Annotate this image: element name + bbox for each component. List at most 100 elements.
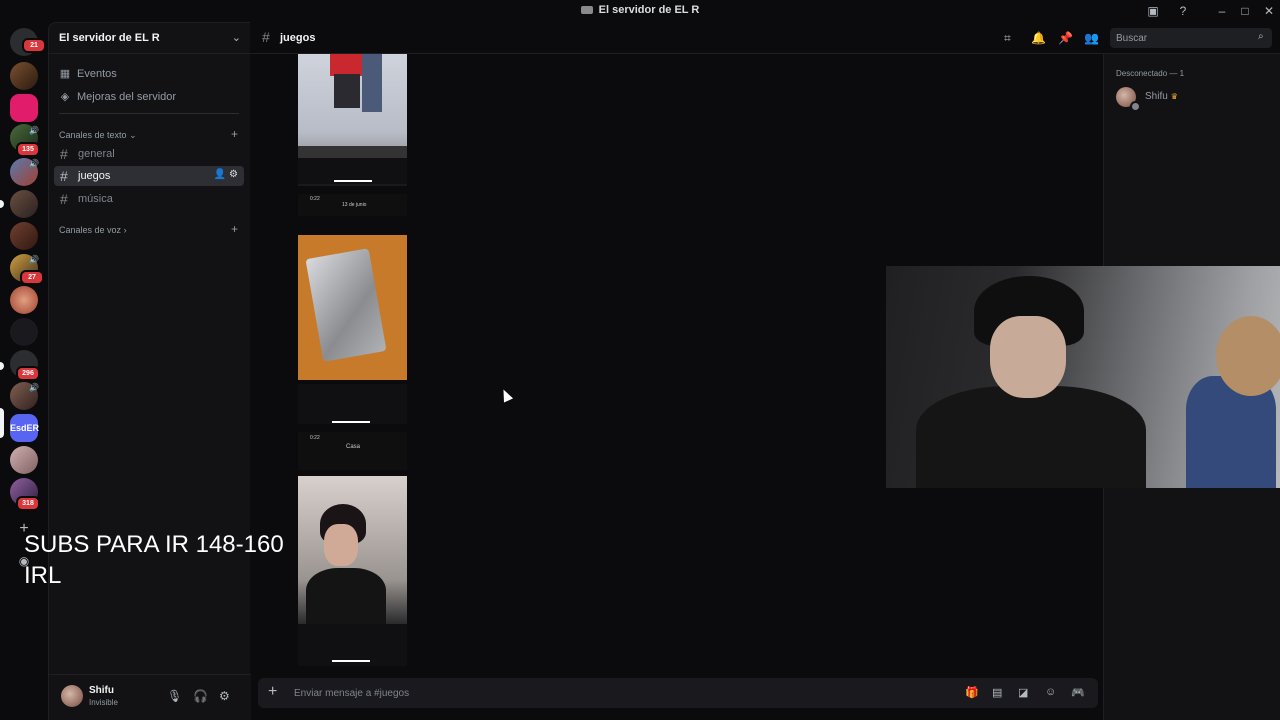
user-status: Invisible xyxy=(89,698,118,707)
add-voice-channel-button[interactable]: + xyxy=(231,222,238,236)
hash-icon: # xyxy=(60,168,68,184)
close-button[interactable]: ✕ xyxy=(1261,3,1277,19)
microphone-icon[interactable]: 🎙 xyxy=(167,689,182,703)
monitor-icon[interactable]: ▣ xyxy=(1145,3,1161,19)
image-detail xyxy=(298,180,407,188)
message-composer: + 🎁 ▤ ◪ ☺ 🎮 xyxy=(258,678,1098,708)
add-text-channel-button[interactable]: + xyxy=(231,127,238,141)
home-indicator xyxy=(332,660,370,662)
boost-icon: ◈ xyxy=(60,91,70,103)
selected-indicator xyxy=(0,408,4,438)
gear-icon[interactable]: ⚙ xyxy=(219,689,230,703)
crown-icon: ♛ xyxy=(1170,92,1178,101)
divider xyxy=(59,113,239,114)
clock-text: 0:22 xyxy=(310,435,320,441)
channel-title: juegos xyxy=(280,32,316,44)
server-icon[interactable] xyxy=(10,62,38,90)
image-attachment[interactable]: 0:22 Casa xyxy=(298,432,407,470)
channel-juegos[interactable]: # juegos 👤 ⚙ xyxy=(54,166,244,186)
headphones-icon[interactable]: 🎧 xyxy=(193,689,208,703)
gear-icon[interactable]: ⚙ xyxy=(229,169,238,180)
image-detail xyxy=(362,54,382,112)
add-attachment-button[interactable]: + xyxy=(268,683,277,701)
image-attachment[interactable]: 0:22 13 de junio xyxy=(298,194,407,216)
server-icon[interactable] xyxy=(10,222,38,250)
invite-icon[interactable]: 👤 xyxy=(214,169,226,180)
title-bar: El servidor de EL R ▣ ? – □ ✕ xyxy=(0,0,1280,22)
image-detail xyxy=(305,248,387,362)
clock-text: 0:22 xyxy=(310,196,320,202)
server-icon[interactable] xyxy=(10,190,38,218)
chevron-right-icon: › xyxy=(123,225,127,235)
image-detail xyxy=(330,54,364,76)
thumbnail-strip xyxy=(298,384,407,424)
member-list-icon[interactable]: 👥 xyxy=(1084,31,1099,45)
username: Shifu xyxy=(89,685,114,696)
hash-icon: # xyxy=(60,191,68,207)
member-item[interactable]: Shifu ♛ xyxy=(1145,91,1178,102)
server-icon[interactable] xyxy=(10,446,38,474)
image-attachment[interactable] xyxy=(298,235,407,380)
gift-icon[interactable]: 🎁 xyxy=(965,686,979,699)
avatar[interactable] xyxy=(61,685,83,707)
home-indicator xyxy=(332,421,370,423)
home-indicator xyxy=(334,180,372,182)
unread-indicator xyxy=(0,362,4,370)
webcam-detail xyxy=(1216,316,1280,396)
channel-general[interactable]: # general xyxy=(54,144,244,164)
maximize-button[interactable]: □ xyxy=(1237,3,1253,19)
chevron-down-icon: ⌄ xyxy=(231,32,241,44)
emoji-icon[interactable]: ☺ xyxy=(1045,686,1056,698)
pin-icon[interactable]: 📌 xyxy=(1058,31,1073,45)
status-indicator xyxy=(1130,101,1141,112)
help-icon[interactable]: ? xyxy=(1175,3,1191,19)
selected-server-icon[interactable]: EsdER xyxy=(10,414,39,442)
chevron-down-icon: ⌄ xyxy=(129,130,137,140)
unread-indicator xyxy=(0,200,4,208)
channel-tools: 👤 ⚙ xyxy=(214,169,238,180)
server-boosts-link[interactable]: ◈ Mejoras del servidor xyxy=(59,90,176,103)
server-icon[interactable] xyxy=(10,286,38,314)
text-channels-category[interactable]: Canales de texto ⌄ xyxy=(59,130,137,141)
server-icon[interactable] xyxy=(10,94,38,122)
events-link[interactable]: ▦ Eventos xyxy=(59,67,117,80)
webcam-detail xyxy=(916,386,1146,488)
server-header[interactable]: El servidor de EL R ⌄ xyxy=(49,23,251,54)
server-rail: 21 🔊 135 🔊 🔊 27 296 🔊 EsdER 318 + ◉ xyxy=(0,22,48,720)
hash-icon: # xyxy=(60,146,68,162)
contact-text: Casa xyxy=(346,444,361,450)
speaker-icon: 🔊 xyxy=(29,255,39,264)
date-text: 13 de junio xyxy=(342,202,367,208)
calendar-icon: ▦ xyxy=(59,68,71,80)
thumbnail-strip xyxy=(298,624,407,666)
server-name: El servidor de EL R xyxy=(59,32,160,44)
server-icon[interactable] xyxy=(10,318,38,346)
sticker-icon[interactable]: ◪ xyxy=(1018,686,1028,699)
channel-sidebar: El servidor de EL R ⌄ ▦ Eventos ◈ Mejoras … xyxy=(48,22,251,720)
minimize-button[interactable]: – xyxy=(1214,3,1230,19)
dm-badge: 21 xyxy=(22,38,46,53)
bell-icon[interactable]: 🔔 xyxy=(1031,31,1046,45)
speaker-icon: 🔊 xyxy=(29,159,39,168)
channel-musica[interactable]: # música xyxy=(54,189,244,209)
speaker-icon: 🔊 xyxy=(29,126,39,135)
gif-icon[interactable]: ▤ xyxy=(992,686,1002,699)
channel-header: # juegos ⌗ 🔔 📌 👥 ⌕ xyxy=(250,22,1280,54)
voice-channels-category[interactable]: Canales de voz › xyxy=(59,225,127,235)
stream-overlay-text: SUBS PARA IR 148-160 IRL xyxy=(24,531,284,589)
message-input[interactable] xyxy=(294,685,894,701)
search-input[interactable] xyxy=(1110,28,1272,48)
speaker-icon: 🔊 xyxy=(29,383,39,392)
activities-icon[interactable]: 🎮 xyxy=(1071,686,1085,699)
window-title: El servidor de EL R xyxy=(0,4,1280,16)
user-panel: Shifu Invisible 🎙 🎧 ⚙ xyxy=(49,674,251,720)
webcam-overlay xyxy=(886,266,1280,488)
discord-logo-icon xyxy=(580,6,593,15)
image-attachment[interactable] xyxy=(298,476,407,624)
member-section-header: Desconectado — 1 xyxy=(1116,69,1185,78)
server-badge: 135 xyxy=(16,142,40,157)
threads-icon[interactable]: ⌗ xyxy=(1004,31,1011,46)
image-detail xyxy=(306,568,386,624)
server-badge: 318 xyxy=(16,496,40,511)
webcam-detail xyxy=(990,316,1066,398)
